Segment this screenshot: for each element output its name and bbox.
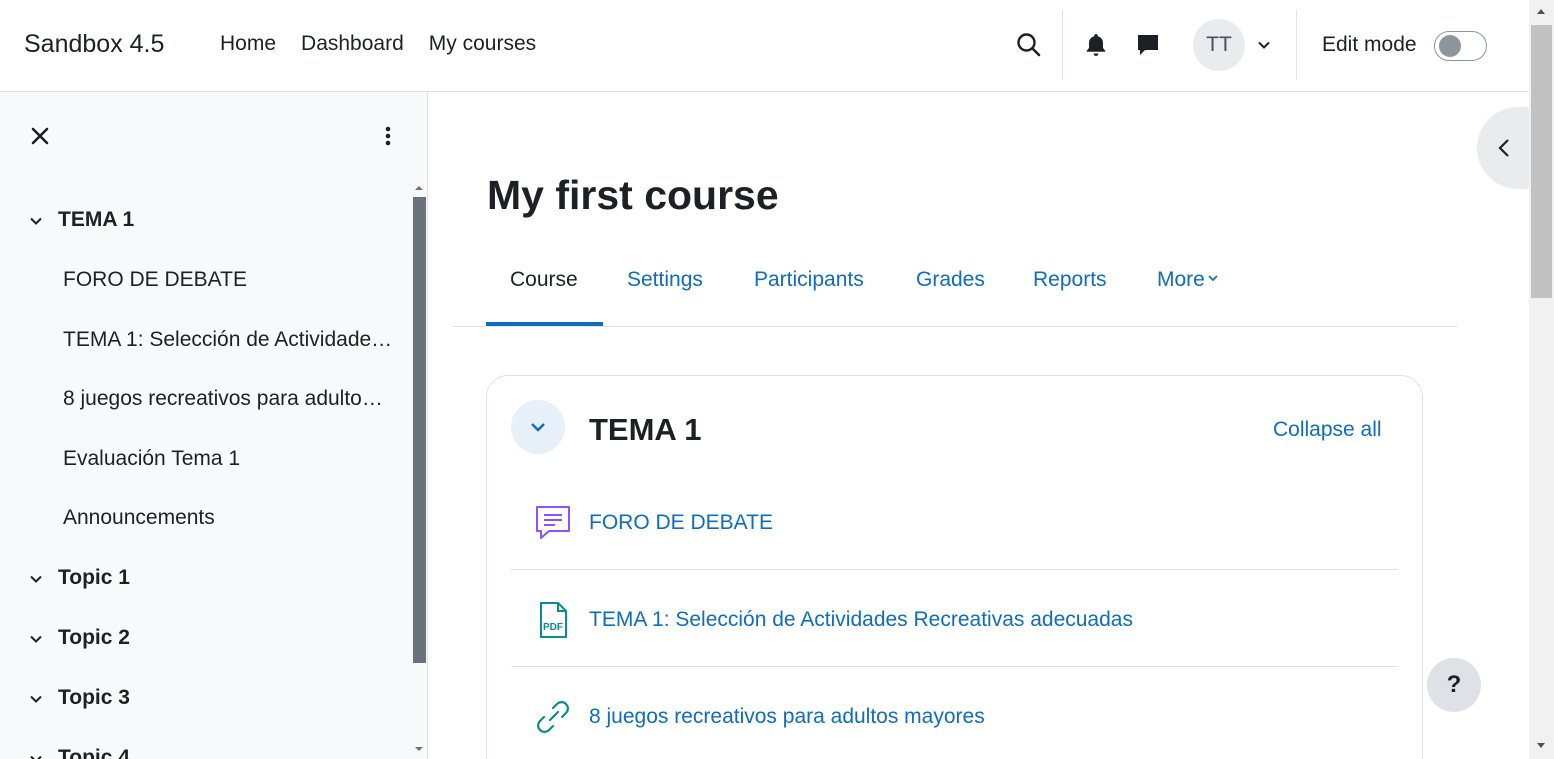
kebab-menu-icon (385, 126, 391, 146)
page-scrollbar[interactable] (1529, 0, 1554, 759)
toggle-knob (1439, 35, 1461, 57)
activity-link[interactable]: FORO DE DEBATE (589, 511, 773, 535)
edit-mode-toggle[interactable] (1434, 31, 1487, 61)
search-icon (1017, 33, 1041, 57)
item-label[interactable]: 8 juegos recreativos para adultos mayore… (63, 387, 393, 411)
drawer-options-button[interactable] (376, 124, 400, 148)
collapse-all-link[interactable]: Collapse all (1273, 418, 1382, 442)
navbar-divider (1296, 10, 1297, 80)
item-label[interactable]: Announcements (63, 506, 393, 530)
svg-text:PDF: PDF (543, 622, 563, 633)
course-index-section[interactable]: Topic 3 (0, 668, 412, 728)
course-index-item[interactable]: 8 juegos recreativos para adultos mayore… (0, 369, 412, 429)
page-scrollbar-thumb[interactable] (1531, 25, 1552, 298)
navbar-divider (1062, 10, 1063, 80)
chevron-down-icon[interactable] (28, 571, 44, 587)
close-drawer-button[interactable] (28, 124, 52, 148)
item-label[interactable]: FORO DE DEBATE (63, 268, 393, 292)
chat-bubble-icon (1138, 35, 1158, 55)
section-title[interactable]: Topic 3 (58, 686, 130, 710)
tab-settings[interactable]: Settings (627, 268, 703, 292)
top-navbar: Sandbox 4.5 Home Dashboard My courses TT… (0, 0, 1529, 92)
activity-item: 8 juegos recreativos para adultos mayore… (511, 667, 1398, 759)
course-secondary-navigation: Course Settings Participants Grades Repo… (452, 242, 1457, 327)
scroll-up-arrow[interactable] (1537, 9, 1545, 14)
chevron-down-icon (1208, 275, 1218, 282)
drawer-scrollbar-thumb[interactable] (413, 197, 426, 663)
activity-item: FORO DE DEBATE (511, 473, 1398, 570)
notifications-button[interactable] (1084, 32, 1108, 58)
nav-my-courses-link[interactable]: My courses (429, 32, 536, 56)
section-title: TEMA 1 (589, 412, 702, 447)
activity-link[interactable]: TEMA 1: Selección de Actividades Recreat… (589, 608, 1133, 632)
drawer-scrollbar[interactable] (413, 184, 426, 759)
chevron-down-icon (1258, 41, 1270, 49)
nav-home-link[interactable]: Home (220, 32, 276, 56)
scroll-up-arrow[interactable] (415, 186, 423, 190)
edit-mode-label: Edit mode (1322, 33, 1417, 56)
course-index-section[interactable]: Topic 2 (0, 608, 412, 668)
tab-participants[interactable]: Participants (754, 268, 864, 292)
main-content: My first course Course Settings Particip… (429, 92, 1529, 759)
scroll-down-arrow[interactable] (1537, 743, 1545, 748)
forum-icon (536, 506, 570, 539)
course-index-section[interactable]: Topic 1 (0, 548, 412, 608)
course-index-item[interactable]: FORO DE DEBATE (0, 250, 412, 310)
search-button[interactable] (1014, 30, 1044, 60)
section-title[interactable]: Topic 1 (58, 566, 130, 590)
chevron-down-icon (531, 423, 545, 432)
course-index-section[interactable]: TEMA 1 (0, 190, 412, 250)
tab-grades[interactable]: Grades (916, 268, 985, 292)
pdf-icon: PDF (540, 602, 567, 638)
course-section-card: TEMA 1 Collapse all FORO DE DEBATE PDF T… (486, 375, 1423, 759)
nav-dashboard-link[interactable]: Dashboard (301, 32, 404, 56)
page-title: My first course (487, 172, 779, 218)
active-tab-indicator (486, 322, 603, 326)
user-menu-toggle[interactable] (1256, 37, 1272, 53)
course-index-item[interactable]: Announcements (0, 488, 412, 548)
tab-more[interactable]: More (1157, 268, 1219, 292)
chevron-down-icon[interactable] (28, 751, 44, 759)
section-title[interactable]: Topic 4 (58, 746, 130, 759)
chevron-down-icon[interactable] (28, 213, 44, 229)
chevron-left-icon (1498, 139, 1509, 157)
close-icon (31, 127, 49, 145)
help-button[interactable]: ? (1427, 658, 1481, 712)
section-title[interactable]: TEMA 1 (58, 208, 134, 232)
scroll-down-arrow[interactable] (415, 747, 423, 751)
tab-more-label: More (1157, 268, 1205, 291)
course-index-drawer: TEMA 1 FORO DE DEBATE TEMA 1: Selección … (0, 92, 428, 759)
section-collapse-toggle[interactable] (511, 400, 565, 454)
course-index: TEMA 1 FORO DE DEBATE TEMA 1: Selección … (0, 190, 412, 759)
primary-navigation: Home Dashboard My courses (220, 32, 561, 56)
url-link-icon (537, 701, 569, 733)
bell-icon (1086, 34, 1106, 56)
activity-item: PDF TEMA 1: Selección de Actividades Rec… (511, 570, 1398, 667)
tab-course[interactable]: Course (510, 268, 578, 292)
tab-reports[interactable]: Reports (1033, 268, 1107, 292)
course-index-item[interactable]: TEMA 1: Selección de Actividades Recreat… (0, 310, 412, 370)
site-brand[interactable]: Sandbox 4.5 (24, 30, 164, 59)
item-label[interactable]: Evaluación Tema 1 (63, 447, 393, 471)
messages-button[interactable] (1135, 32, 1161, 58)
chevron-down-icon[interactable] (28, 691, 44, 707)
activity-link[interactable]: 8 juegos recreativos para adultos mayore… (589, 705, 985, 729)
item-label[interactable]: TEMA 1: Selección de Actividades Recreat… (63, 328, 393, 352)
course-index-item[interactable]: Evaluación Tema 1 (0, 429, 412, 489)
user-avatar[interactable]: TT (1193, 19, 1245, 71)
section-title[interactable]: Topic 2 (58, 626, 130, 650)
chevron-down-icon[interactable] (28, 631, 44, 647)
course-index-section[interactable]: Topic 4 (0, 728, 412, 759)
